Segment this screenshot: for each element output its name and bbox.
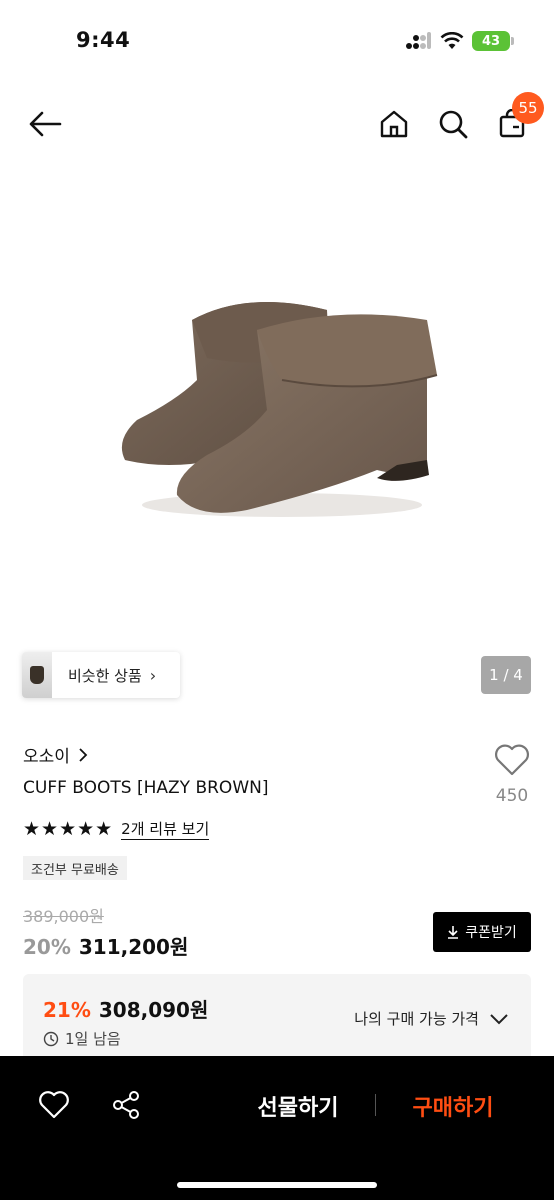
my-price-box: 21% 308,090원 1일 남음 나의 구매 가능 가격 xyxy=(23,974,531,1064)
boots-image xyxy=(121,302,438,517)
sale-price: 311,200원 xyxy=(78,935,189,959)
gift-button[interactable]: 선물하기 xyxy=(240,1086,356,1126)
sale-price-row: 20% 311,200원 xyxy=(23,931,188,960)
arrow-left-icon xyxy=(29,111,62,137)
coupon-label: 쿠폰받기 xyxy=(465,925,517,941)
cellular-signal-icon xyxy=(406,32,431,49)
status-time: 9:44 xyxy=(76,28,131,52)
time-left-label: 1일 남음 xyxy=(65,1030,121,1048)
back-button[interactable] xyxy=(27,106,63,142)
product-image[interactable] xyxy=(0,180,554,640)
review-link[interactable]: 2개 리뷰 보기 xyxy=(121,818,210,840)
top-nav: 55 xyxy=(0,92,554,162)
coupon-button[interactable]: 쿠폰받기 xyxy=(433,912,531,952)
bottom-action-bar: 선물하기 구매하기 xyxy=(0,1056,554,1200)
similar-products-label: 비슷한 상품 xyxy=(68,666,142,685)
shipping-badge: 조건부 무료배송 xyxy=(23,856,127,880)
status-icons: 43 xyxy=(406,31,514,51)
home-icon xyxy=(380,110,408,138)
similar-products-button[interactable]: 비슷한 상품 › xyxy=(22,652,180,698)
status-bar: 9:44 43 xyxy=(0,0,554,80)
buy-button[interactable]: 구매하기 xyxy=(396,1086,510,1126)
heart-icon xyxy=(39,1091,69,1119)
heart-icon xyxy=(495,744,529,776)
wishlist-button[interactable] xyxy=(37,1088,71,1122)
similar-thumbnail xyxy=(22,652,52,698)
image-page-indicator: 1 / 4 xyxy=(481,656,531,694)
chevron-right-icon: › xyxy=(149,665,157,685)
my-price-row: 21% 308,090원 xyxy=(43,994,208,1023)
chevron-right-icon xyxy=(79,747,88,762)
home-indicator xyxy=(177,1182,377,1188)
product-name: CUFF BOOTS [HAZY BROWN] xyxy=(23,778,269,798)
time-left: 1일 남음 xyxy=(43,1028,121,1049)
chevron-down-icon xyxy=(490,1013,508,1024)
sale-percent: 20% xyxy=(23,935,71,959)
action-divider xyxy=(375,1094,376,1116)
my-price-percent: 21% xyxy=(43,998,91,1022)
download-icon xyxy=(448,926,459,939)
brand-name: 오소이 xyxy=(23,747,70,767)
battery-icon: 43 xyxy=(472,31,514,51)
my-price-toggle-label: 나의 구매 가능 가격 xyxy=(354,1010,479,1028)
clock-icon xyxy=(43,1031,59,1046)
my-price-toggle[interactable]: 나의 구매 가능 가격 xyxy=(354,1008,509,1029)
search-icon xyxy=(439,110,468,139)
my-price-value: 308,090원 xyxy=(98,998,209,1022)
cart-count-badge: 55 xyxy=(512,92,544,124)
brand-link[interactable]: 오소이 xyxy=(23,742,88,767)
wifi-icon xyxy=(440,32,464,49)
search-button[interactable] xyxy=(435,106,471,142)
like-button[interactable]: 450 xyxy=(490,744,534,806)
like-count: 450 xyxy=(495,786,529,806)
rating-row: ★★★★★ 2개 리뷰 보기 xyxy=(23,818,210,840)
share-icon xyxy=(113,1091,139,1119)
share-button[interactable] xyxy=(109,1088,143,1122)
rating-stars: ★★★★★ xyxy=(23,818,114,840)
original-price: 389,000원 xyxy=(23,907,104,926)
home-button[interactable] xyxy=(376,106,412,142)
